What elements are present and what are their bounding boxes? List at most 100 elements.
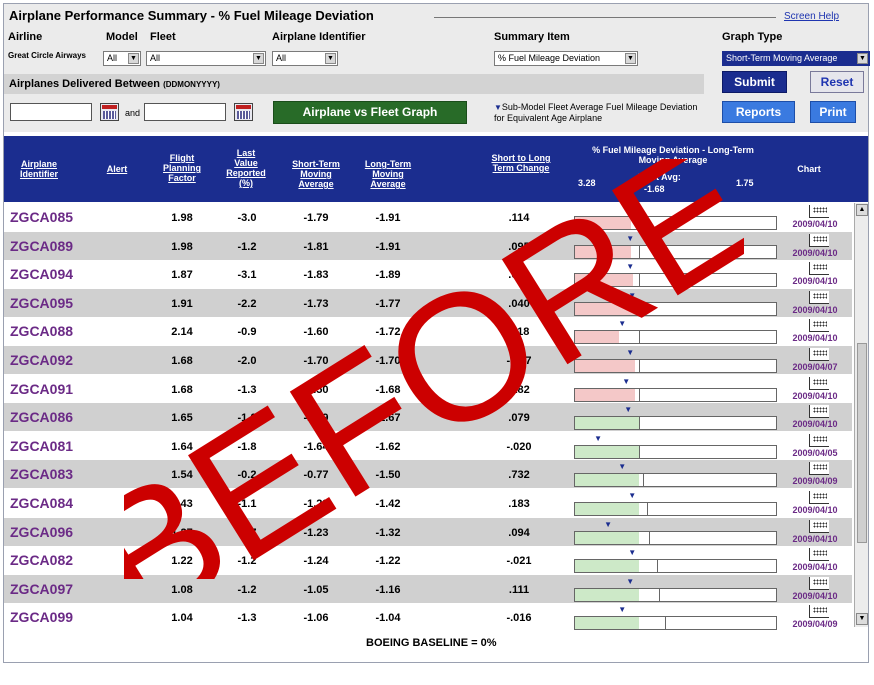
table-row[interactable]: ZGCA089 1.98 -1.2 -1.81 -1.91 .095 ▼ 2009/04/10 bbox=[4, 231, 852, 260]
airplane-identifier-cell[interactable]: ZGCA097 bbox=[10, 581, 73, 597]
short-to-long-change-cell: -.016 bbox=[506, 612, 532, 625]
chart-date-link[interactable]: 2009/04/10 bbox=[783, 391, 847, 401]
last-value-reported-cell: -2.0 bbox=[237, 355, 257, 367]
trend-chart-icon[interactable] bbox=[809, 376, 829, 390]
table-row[interactable]: ZGCA099 1.04 -1.3 -1.06 -1.04 -.016 ▼ 2009/04/0… bbox=[4, 603, 852, 632]
chart-date-link[interactable]: 2009/04/10 bbox=[783, 534, 847, 544]
screen-help-link[interactable]: Screen Help bbox=[784, 11, 839, 22]
table-row[interactable]: ZGCA091 1.68 -1.3 -1.50 -1.68 .182 ▼ 2009/04/10 bbox=[4, 374, 852, 403]
col-long-term-moving-average[interactable]: Long-Term Moving Average bbox=[354, 159, 422, 189]
reset-button[interactable]: Reset bbox=[810, 71, 864, 93]
chart-date-link[interactable]: 2009/04/10 bbox=[783, 419, 847, 429]
table-row[interactable]: ZGCA092 1.68 -2.0 -1.70 -1.70 -.007 ▼ 2009/04/0… bbox=[4, 346, 852, 374]
table-row[interactable]: ZGCA082 1.22 -1.2 -1.24 -1.22 -.021 ▼ 2009/04/1… bbox=[4, 546, 852, 575]
table-row[interactable]: ZGCA097 1.08 -1.2 -1.05 -1.16 .111 ▼ 2009/04/10 bbox=[4, 574, 852, 603]
airplane-identifier-cell[interactable]: ZGCA084 bbox=[10, 495, 73, 511]
model-select[interactable]: All ▼ bbox=[103, 51, 141, 66]
col-last-value-reported[interactable]: Last Value Reported (%) bbox=[224, 148, 268, 188]
airplane-identifier-cell[interactable]: ZGCA099 bbox=[10, 609, 73, 625]
long-term-average-cell: -1.22 bbox=[375, 555, 401, 568]
chart-date-link[interactable]: 2009/04/05 bbox=[783, 448, 847, 458]
trend-chart-icon[interactable] bbox=[809, 462, 829, 476]
graph-type-select[interactable]: Short-Term Moving Average ▼ bbox=[722, 51, 870, 66]
trend-chart-icon[interactable] bbox=[809, 433, 829, 447]
chart-date-link[interactable]: 2009/04/09 bbox=[783, 476, 847, 486]
trend-chart-icon[interactable] bbox=[809, 205, 829, 218]
trend-chart-icon[interactable] bbox=[809, 405, 829, 419]
fleet-select[interactable]: All ▼ bbox=[146, 51, 266, 66]
airplane-identifier-cell[interactable]: ZGCA089 bbox=[10, 238, 73, 254]
table-row[interactable]: ZGCA083 1.54 -0.2 -0.77 -1.50 .732 ▼ 2009/04/09 bbox=[4, 460, 852, 489]
airplane-identifier-cell[interactable]: ZGCA096 bbox=[10, 524, 73, 540]
fleet-average-arrow-icon: ▼ bbox=[628, 290, 637, 300]
fleet-avg-label: Fleet Avg: bbox=[638, 172, 681, 182]
chart-date-link[interactable]: 2009/04/10 bbox=[783, 505, 847, 515]
trend-chart-icon[interactable] bbox=[809, 348, 829, 361]
chart-date-link[interactable]: 2009/04/10 bbox=[783, 591, 847, 601]
airplane-identifier-select[interactable]: All ▼ bbox=[272, 51, 338, 66]
chart-date-link[interactable]: 2009/04/10 bbox=[783, 562, 847, 572]
airplane-identifier-cell[interactable]: ZGCA081 bbox=[10, 438, 73, 454]
table-row[interactable]: ZGCA081 1.64 -1.8 -1.64 -1.62 -.020 ▼ 2009/04/0… bbox=[4, 431, 852, 460]
airplane-identifier-cell[interactable]: ZGCA092 bbox=[10, 352, 73, 368]
airplane-identifier-cell[interactable]: ZGCA083 bbox=[10, 466, 73, 482]
last-value-reported-cell: -0.9 bbox=[237, 326, 257, 339]
trend-chart-icon[interactable] bbox=[809, 576, 829, 590]
submit-button[interactable]: Submit bbox=[722, 71, 787, 93]
table-row[interactable]: ZGCA096 1.27 -0.7 -1.23 -1.32 .094 ▼ 2009/04/10 bbox=[4, 517, 852, 546]
airplane-identifier-cell[interactable]: ZGCA091 bbox=[10, 381, 73, 397]
chart-date-link[interactable]: 2009/04/10 bbox=[783, 305, 847, 315]
trend-chart-icon[interactable] bbox=[809, 548, 829, 562]
col-airplane-identifier[interactable]: Airplane Identifier bbox=[14, 159, 64, 179]
table-row[interactable]: ZGCA088 2.14 -0.9 -1.60 -1.72 .118 ▼ 2009/04/10 bbox=[4, 317, 852, 346]
print-button[interactable]: Print bbox=[810, 101, 856, 123]
scroll-thumb[interactable] bbox=[857, 343, 867, 543]
chart-date-link[interactable]: 2009/04/07 bbox=[783, 362, 847, 372]
short-to-long-change-cell: .095 bbox=[508, 240, 530, 253]
vertical-scrollbar[interactable]: ▲ ▼ bbox=[854, 203, 868, 627]
airplane-identifier-cell[interactable]: ZGCA095 bbox=[10, 295, 73, 311]
delivered-from-input[interactable] bbox=[10, 103, 92, 121]
table-row[interactable]: ZGCA095 1.91 -2.2 -1.73 -1.77 .040 ▼ 2009/04/10 bbox=[4, 288, 852, 317]
report-window: Airplane Performance Summary - % Fuel Mi… bbox=[3, 3, 870, 663]
chart-date-link[interactable]: 2009/04/10 bbox=[783, 276, 847, 286]
trend-chart-icon[interactable] bbox=[809, 262, 829, 276]
summary-item-select[interactable]: % Fuel Mileage Deviation ▼ bbox=[494, 51, 638, 66]
table-row[interactable]: ZGCA086 1.65 -1.0 -1.59 -1.67 .079 ▼ 2009/04/10 bbox=[4, 403, 852, 432]
airplane-identifier-cell[interactable]: ZGCA086 bbox=[10, 409, 73, 425]
col-flight-planning-factor[interactable]: Flight Planning Factor bbox=[160, 153, 204, 183]
airplane-identifier-cell[interactable]: ZGCA088 bbox=[10, 323, 73, 339]
trend-chart-icon[interactable] bbox=[809, 491, 829, 504]
chart-date-link[interactable]: 2009/04/09 bbox=[783, 619, 847, 629]
chart-date-link[interactable]: 2009/04/10 bbox=[783, 333, 847, 343]
airplane-vs-fleet-graph-button[interactable]: Airplane vs Fleet Graph bbox=[273, 101, 467, 124]
short-term-average-cell: -1.64 bbox=[303, 440, 329, 453]
trend-chart-icon[interactable] bbox=[809, 319, 829, 333]
delivered-to-input[interactable] bbox=[144, 103, 226, 121]
trend-chart-icon[interactable] bbox=[809, 605, 829, 619]
scroll-down-icon[interactable]: ▼ bbox=[856, 613, 868, 625]
calendar-icon[interactable] bbox=[234, 103, 253, 121]
col-short-term-moving-average[interactable]: Short-Term Moving Average bbox=[282, 159, 350, 189]
flight-planning-factor-cell: 1.65 bbox=[171, 412, 193, 425]
trend-chart-icon[interactable] bbox=[809, 519, 829, 533]
table-row[interactable]: ZGCA084 1.43 -1.1 -1.23 -1.42 .183 ▼ 2009/04/10 bbox=[4, 489, 852, 517]
col-short-to-long-term-change[interactable]: Short to Long Term Change bbox=[490, 153, 552, 173]
short-term-average-cell: -1.83 bbox=[303, 269, 329, 282]
chart-date-link[interactable]: 2009/04/10 bbox=[783, 248, 847, 258]
table-row[interactable]: ZGCA094 1.87 -3.1 -1.83 -1.89 .052 ▼ 2009/04/10 bbox=[4, 260, 852, 289]
table-row[interactable]: ZGCA085 1.98 -3.0 -1.79 -1.91 .114 ▼ 2009/04/10 bbox=[4, 203, 852, 231]
col-alert[interactable]: Alert bbox=[102, 164, 132, 174]
reports-button[interactable]: Reports bbox=[722, 101, 795, 123]
airplane-identifier-cell[interactable]: ZGCA082 bbox=[10, 552, 73, 568]
airplane-identifier-cell[interactable]: ZGCA085 bbox=[10, 209, 73, 225]
trend-chart-icon[interactable] bbox=[809, 290, 829, 304]
trend-chart-icon[interactable] bbox=[809, 233, 829, 247]
short-to-long-change-cell: .111 bbox=[508, 583, 530, 596]
calendar-icon[interactable] bbox=[100, 103, 119, 121]
airplane-identifier-cell[interactable]: ZGCA094 bbox=[10, 266, 73, 282]
flight-planning-factor-cell: 1.54 bbox=[171, 469, 193, 482]
long-term-average-cell: -1.68 bbox=[375, 383, 401, 396]
scroll-up-icon[interactable]: ▲ bbox=[856, 204, 868, 216]
chart-date-link[interactable]: 2009/04/10 bbox=[783, 219, 847, 229]
